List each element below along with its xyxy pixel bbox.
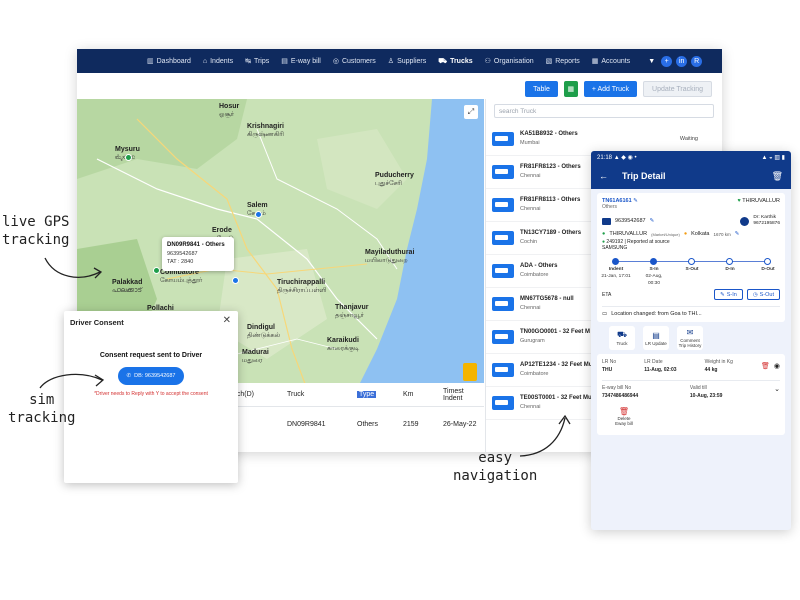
annotation-arrows xyxy=(39,257,571,457)
